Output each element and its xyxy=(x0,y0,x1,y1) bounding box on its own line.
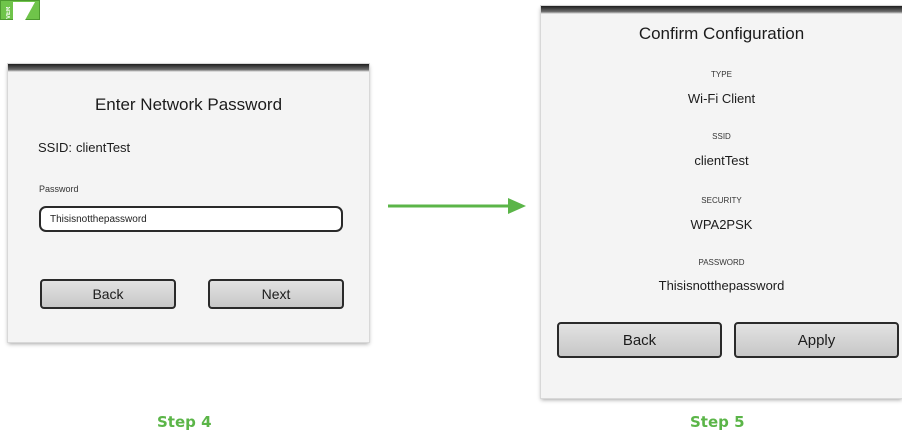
ssid-confirm-label: SSID xyxy=(712,132,731,141)
password-label: Password xyxy=(39,184,79,194)
password-confirm-value: Thisisnotthepassword xyxy=(658,278,785,293)
step4-caption: Step 4 xyxy=(157,413,212,431)
badge-text: VER xyxy=(6,6,12,19)
step5-screen: Confirm Configuration TYPE Wi-Fi Client … xyxy=(541,6,902,398)
step5-title: Confirm Configuration xyxy=(638,24,805,43)
badge-shape xyxy=(13,2,35,20)
back-button[interactable]: Back xyxy=(557,322,722,358)
security-value: WPA2PSK xyxy=(690,217,753,232)
type-label: TYPE xyxy=(711,70,732,79)
right-arrow-icon xyxy=(388,198,526,214)
ssid-confirm-value: clientTest xyxy=(694,153,749,168)
step4-screen: Enter Network Password SSID: clientTest P… xyxy=(8,64,369,342)
ssid-line: SSID: clientTest xyxy=(38,140,134,155)
password-confirm-label: PASSWORD xyxy=(698,258,745,267)
step5-top-bar xyxy=(541,6,902,14)
security-label: SECURITY xyxy=(701,196,742,205)
apply-button[interactable]: Apply xyxy=(734,322,899,358)
type-value: Wi-Fi Client xyxy=(687,91,756,106)
step4-top-bar xyxy=(8,64,369,72)
version-badge: VER xyxy=(0,0,40,20)
next-button[interactable]: Next xyxy=(208,279,344,309)
ssid-value: clientTest xyxy=(75,140,131,155)
ssid-label: SSID: xyxy=(38,140,72,155)
password-input[interactable] xyxy=(39,206,343,232)
back-button[interactable]: Back xyxy=(40,279,176,309)
step4-title: Enter Network Password xyxy=(94,95,283,114)
step5-caption: Step 5 xyxy=(690,413,745,431)
